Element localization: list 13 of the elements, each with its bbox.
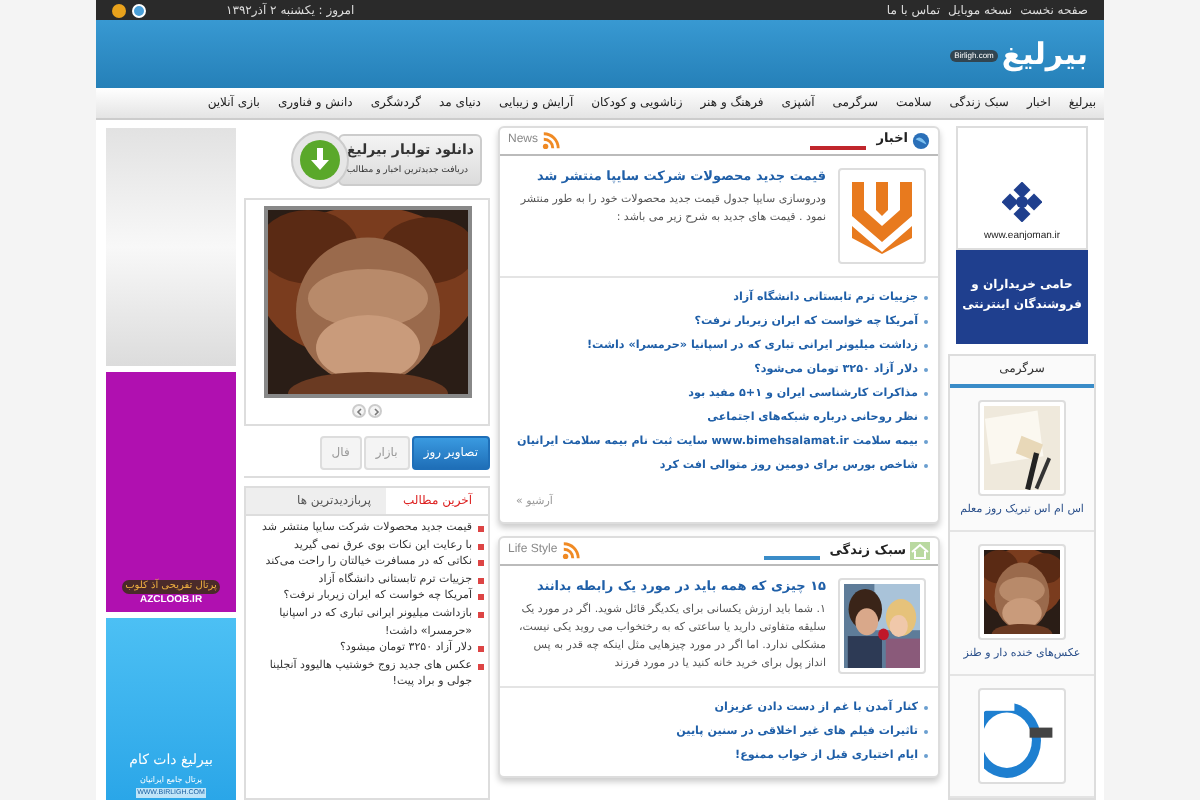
thumbnail-frame[interactable] bbox=[978, 399, 1066, 495]
rss-icon bbox=[542, 132, 561, 150]
house-icon bbox=[910, 541, 930, 560]
site-logo[interactable]: بیرلیغ bbox=[1001, 31, 1088, 77]
logo-frame[interactable] bbox=[838, 168, 926, 264]
thumbnail-frame[interactable] bbox=[978, 543, 1066, 640]
next-arrow-icon[interactable] bbox=[368, 404, 382, 418]
thumbnail-frame[interactable] bbox=[978, 688, 1066, 784]
logo-icon bbox=[1002, 181, 1042, 221]
rss-icon bbox=[561, 542, 580, 561]
prev-arrow-icon[interactable] bbox=[352, 404, 366, 418]
download-icon bbox=[290, 130, 351, 190]
chevron-logo-icon bbox=[848, 178, 916, 254]
